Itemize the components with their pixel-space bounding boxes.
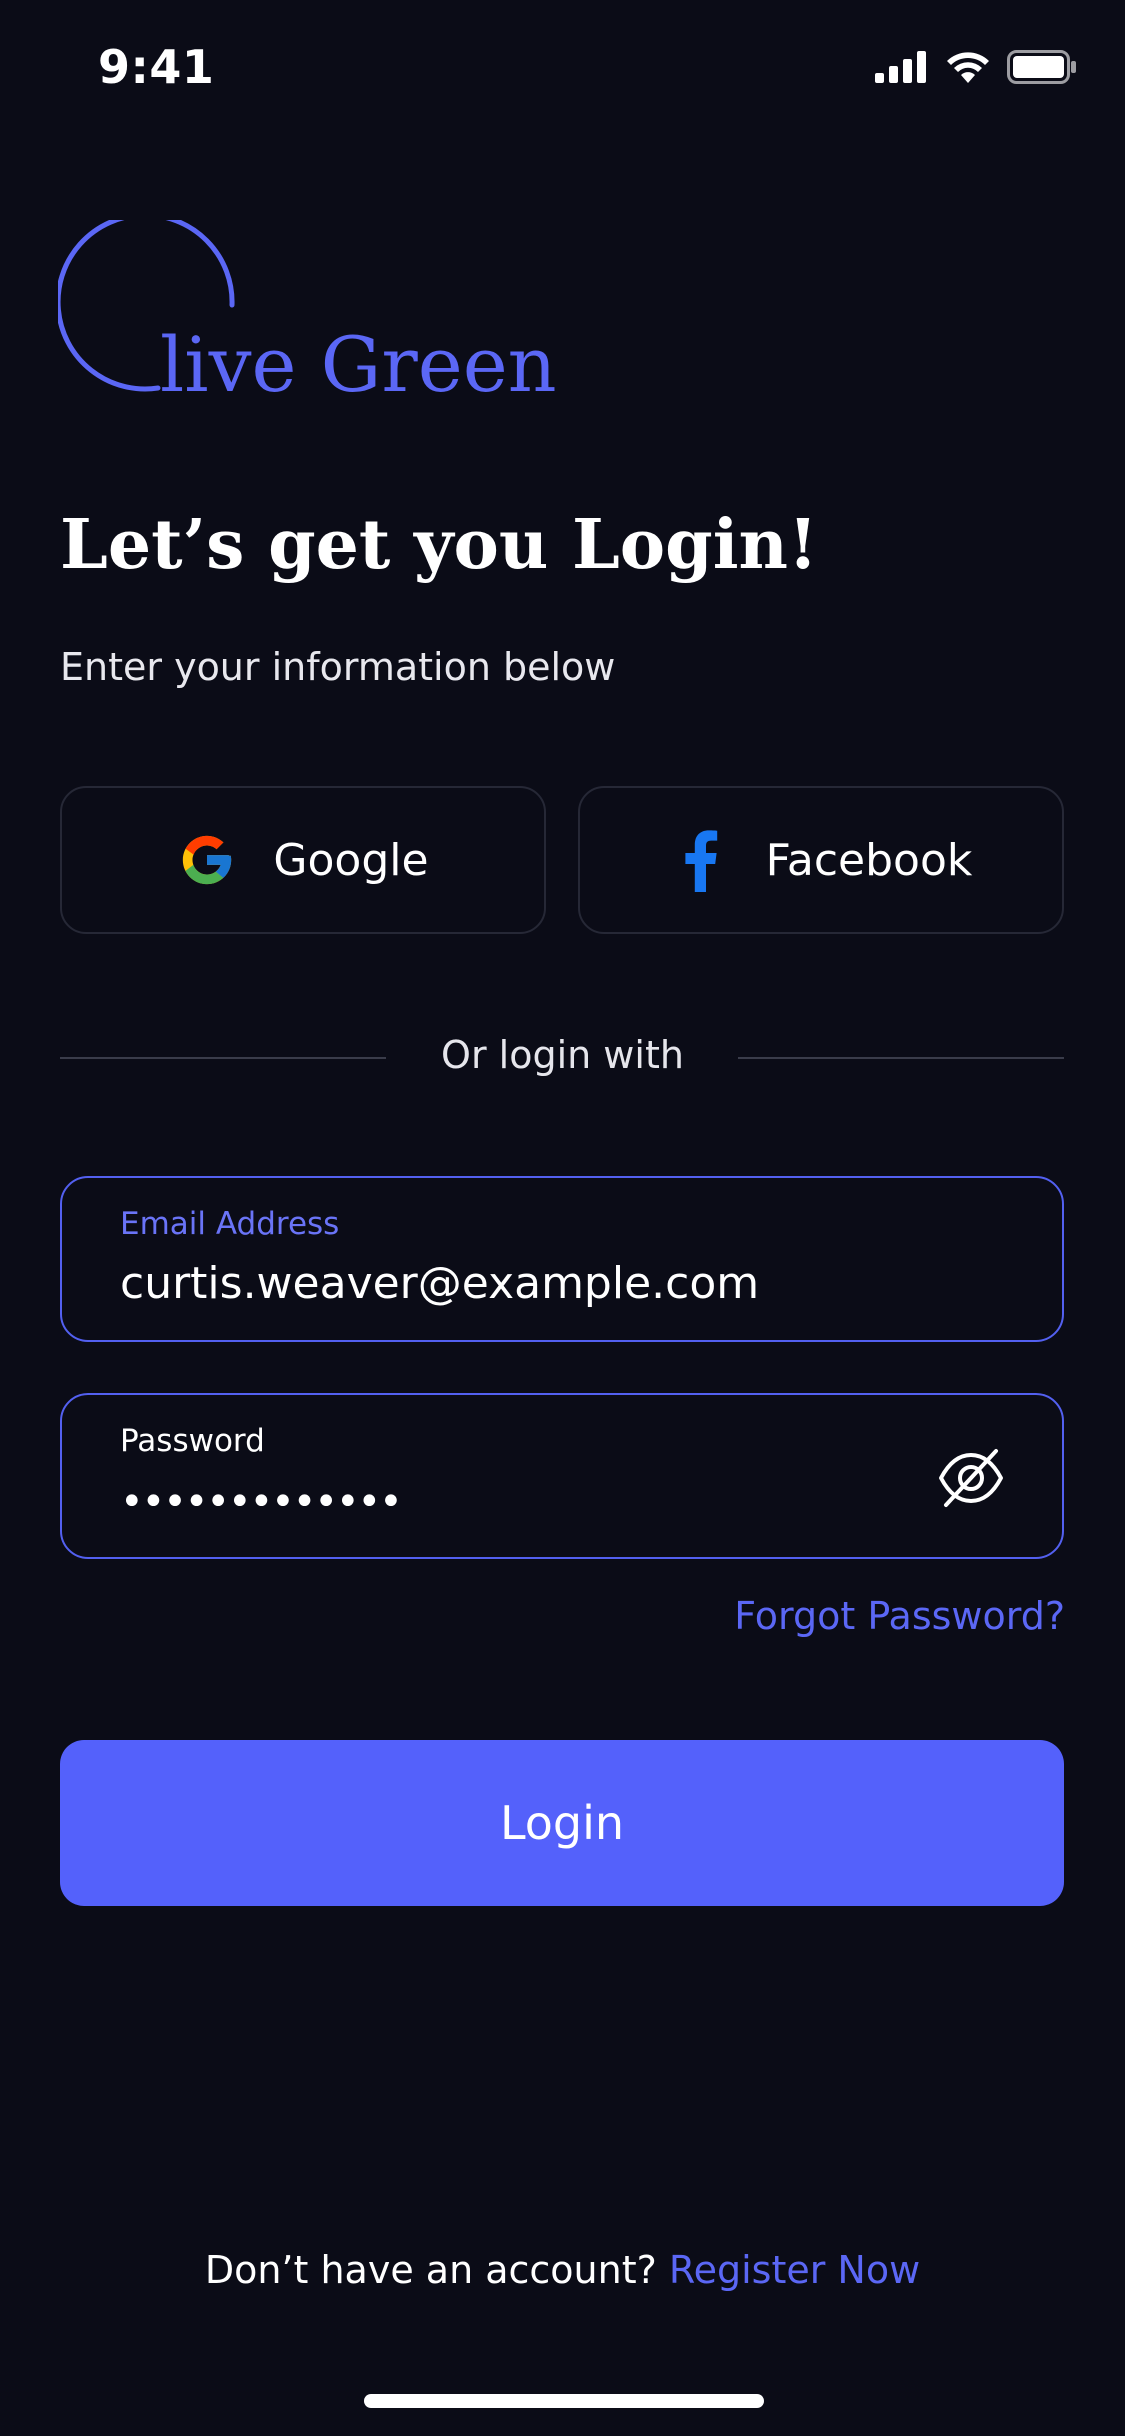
login-button[interactable]: Login xyxy=(60,1740,1064,1906)
home-indicator[interactable] xyxy=(364,2394,764,2408)
email-input[interactable]: curtis.weaver@example.com xyxy=(120,1258,759,1309)
register-now-link[interactable]: Register Now xyxy=(669,2248,920,2292)
google-icon xyxy=(177,830,237,890)
email-field[interactable]: Email Address curtis.weaver@example.com xyxy=(60,1176,1064,1342)
password-field[interactable]: Password ••••••••••••• xyxy=(60,1393,1064,1559)
page-subtitle: Enter your information below xyxy=(60,645,616,689)
register-prompt: Don’t have an account? Register Now xyxy=(0,2248,1125,2292)
app-logo: live Green xyxy=(58,220,557,420)
facebook-label: Facebook xyxy=(765,834,973,886)
divider-text: Or login with xyxy=(441,1033,684,1077)
google-label: Google xyxy=(273,834,429,886)
battery-icon xyxy=(1007,50,1076,84)
cellular-signal-icon xyxy=(875,51,926,83)
password-field-label: Password xyxy=(120,1423,265,1459)
divider-line-right xyxy=(738,1057,1064,1059)
status-time: 9:41 xyxy=(98,40,215,94)
forgot-password-link[interactable]: Forgot Password? xyxy=(734,1594,1065,1638)
wifi-icon xyxy=(947,52,989,83)
register-prompt-text: Don’t have an account? xyxy=(204,2248,657,2292)
eye-off-icon[interactable] xyxy=(936,1447,1006,1509)
logo-text: live Green xyxy=(160,320,557,409)
facebook-login-button[interactable]: Facebook xyxy=(578,786,1064,934)
status-icons xyxy=(875,50,1077,84)
page-title: Let’s get you Login! xyxy=(60,505,818,585)
facebook-icon xyxy=(670,830,730,892)
login-button-label: Login xyxy=(499,1796,625,1850)
google-login-button[interactable]: Google xyxy=(60,786,546,934)
email-field-label: Email Address xyxy=(120,1206,340,1242)
password-input[interactable]: ••••••••••••• xyxy=(120,1479,403,1525)
